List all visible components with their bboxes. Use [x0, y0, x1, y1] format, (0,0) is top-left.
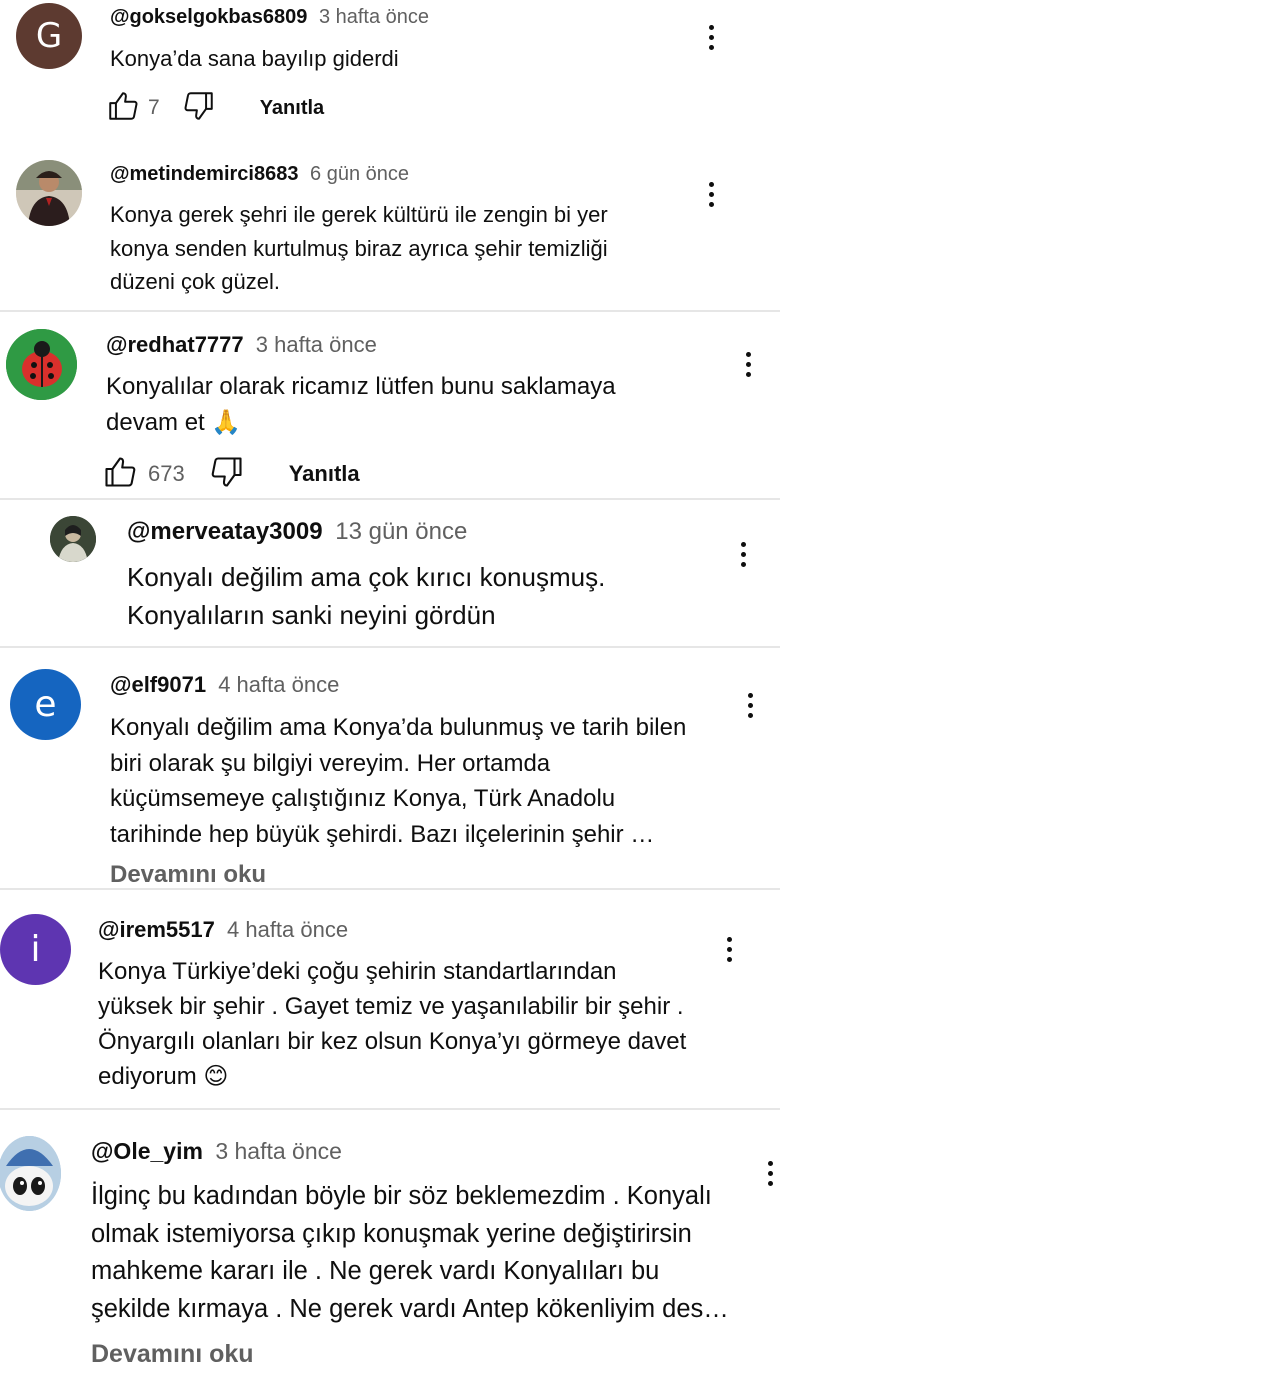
avatar[interactable]: e [10, 669, 81, 740]
more-vertical-icon [740, 541, 746, 547]
comment-text: Konyalı değilim ama Konya’da bulunmuş ve… [110, 714, 687, 848]
comment-card: G @gokselgokbas6809 3 hafta önce Konya’d… [0, 0, 780, 310]
thumb-up-icon[interactable] [106, 89, 140, 128]
more-vertical-icon [767, 1160, 773, 1166]
comment-time[interactable]: 13 gün önce [335, 518, 467, 545]
comment-actions: 673 Yanıtla [102, 455, 360, 493]
comment-time[interactable]: 3 hafta önce [215, 1138, 342, 1164]
like-count: 7 [148, 96, 160, 119]
more-actions-button[interactable] [701, 17, 721, 57]
comment-card: @Ole_yim 3 hafta önce İlginç bu kadından… [0, 1110, 780, 1384]
comment-header: @metindemirci8683 6 gün önce [110, 163, 409, 186]
more-vertical-icon [726, 936, 732, 942]
read-more-link[interactable]: Devamını oku [91, 1340, 254, 1369]
comment-author[interactable]: @Ole_yim [91, 1138, 203, 1164]
comment-text: Konya gerek şehri ile gerek kültürü ile … [110, 202, 608, 294]
more-actions-button[interactable] [733, 534, 753, 574]
comment-time[interactable]: 6 gün önce [310, 163, 409, 185]
more-vertical-icon [747, 692, 753, 698]
read-more-link[interactable]: Devamını oku [110, 861, 266, 889]
comment-text: Konyalılar olarak ricamız lütfen bunu sa… [106, 373, 616, 436]
comment-time[interactable]: 3 hafta önce [319, 6, 429, 28]
comment-author[interactable]: @redhat7777 [106, 332, 244, 357]
comment-actions: 7 Yanıtla [106, 90, 324, 126]
comment-author[interactable]: @gokselgokbas6809 [110, 6, 307, 28]
more-actions-button[interactable] [740, 685, 760, 725]
comment-card: e @elf9071 4 hafta önce Konyalı değilim … [0, 648, 780, 888]
comment-time[interactable]: 3 hafta önce [256, 332, 377, 357]
comment-author[interactable]: @merveatay3009 [127, 518, 323, 545]
comment-card: @redhat7777 3 hafta önce Konyalılar olar… [0, 312, 780, 498]
more-vertical-icon [745, 351, 751, 357]
thumb-down-icon[interactable] [209, 454, 245, 495]
more-actions-button[interactable] [719, 929, 739, 969]
comment-header: @Ole_yim 3 hafta önce [91, 1138, 342, 1165]
comment-author[interactable]: @metindemirci8683 [110, 163, 298, 185]
reply-button[interactable]: Yanıtla [289, 461, 360, 487]
comment-time[interactable]: 4 hafta önce [227, 917, 348, 942]
comment-header: @elf9071 4 hafta önce [110, 672, 339, 698]
comment-text: Konya’da sana bayılıp giderdi [110, 46, 399, 71]
comment-header: @gokselgokbas6809 3 hafta önce [110, 6, 429, 29]
comment-header: @merveatay3009 13 gün önce [127, 518, 467, 546]
comment-text: Konyalı değilim ama çok kırıcı konuşmuş.… [127, 562, 606, 630]
thumb-down-icon[interactable] [182, 89, 216, 128]
comment-author[interactable]: @elf9071 [110, 672, 206, 697]
comment-card: i @irem5517 4 hafta önce Konya Türkiye’d… [0, 890, 780, 1108]
thumb-up-icon[interactable] [102, 454, 138, 495]
avatar[interactable]: i [0, 914, 71, 985]
more-vertical-icon [708, 24, 714, 30]
like-count: 673 [148, 461, 185, 486]
avatar[interactable] [16, 160, 82, 226]
comment-text: Konya Türkiye’deki çoğu şehirin standart… [98, 958, 687, 1090]
avatar[interactable] [0, 1136, 61, 1211]
reply-button[interactable]: Yanıtla [260, 97, 324, 120]
avatar[interactable] [50, 516, 96, 562]
more-vertical-icon [708, 181, 714, 187]
more-actions-button[interactable] [738, 344, 758, 384]
avatar[interactable] [6, 329, 77, 400]
comment-header: @redhat7777 3 hafta önce [106, 332, 377, 358]
avatar[interactable]: G [16, 3, 82, 69]
more-actions-button[interactable] [760, 1153, 780, 1193]
comment-time[interactable]: 4 hafta önce [218, 672, 339, 697]
comment-card: @merveatay3009 13 gün önce Konyalı değil… [0, 500, 780, 646]
comment-text: İlginç bu kadından böyle bir söz bekleme… [91, 1182, 729, 1323]
comment-header: @irem5517 4 hafta önce [98, 917, 348, 943]
comment-author[interactable]: @irem5517 [98, 917, 215, 942]
more-actions-button[interactable] [701, 174, 721, 214]
